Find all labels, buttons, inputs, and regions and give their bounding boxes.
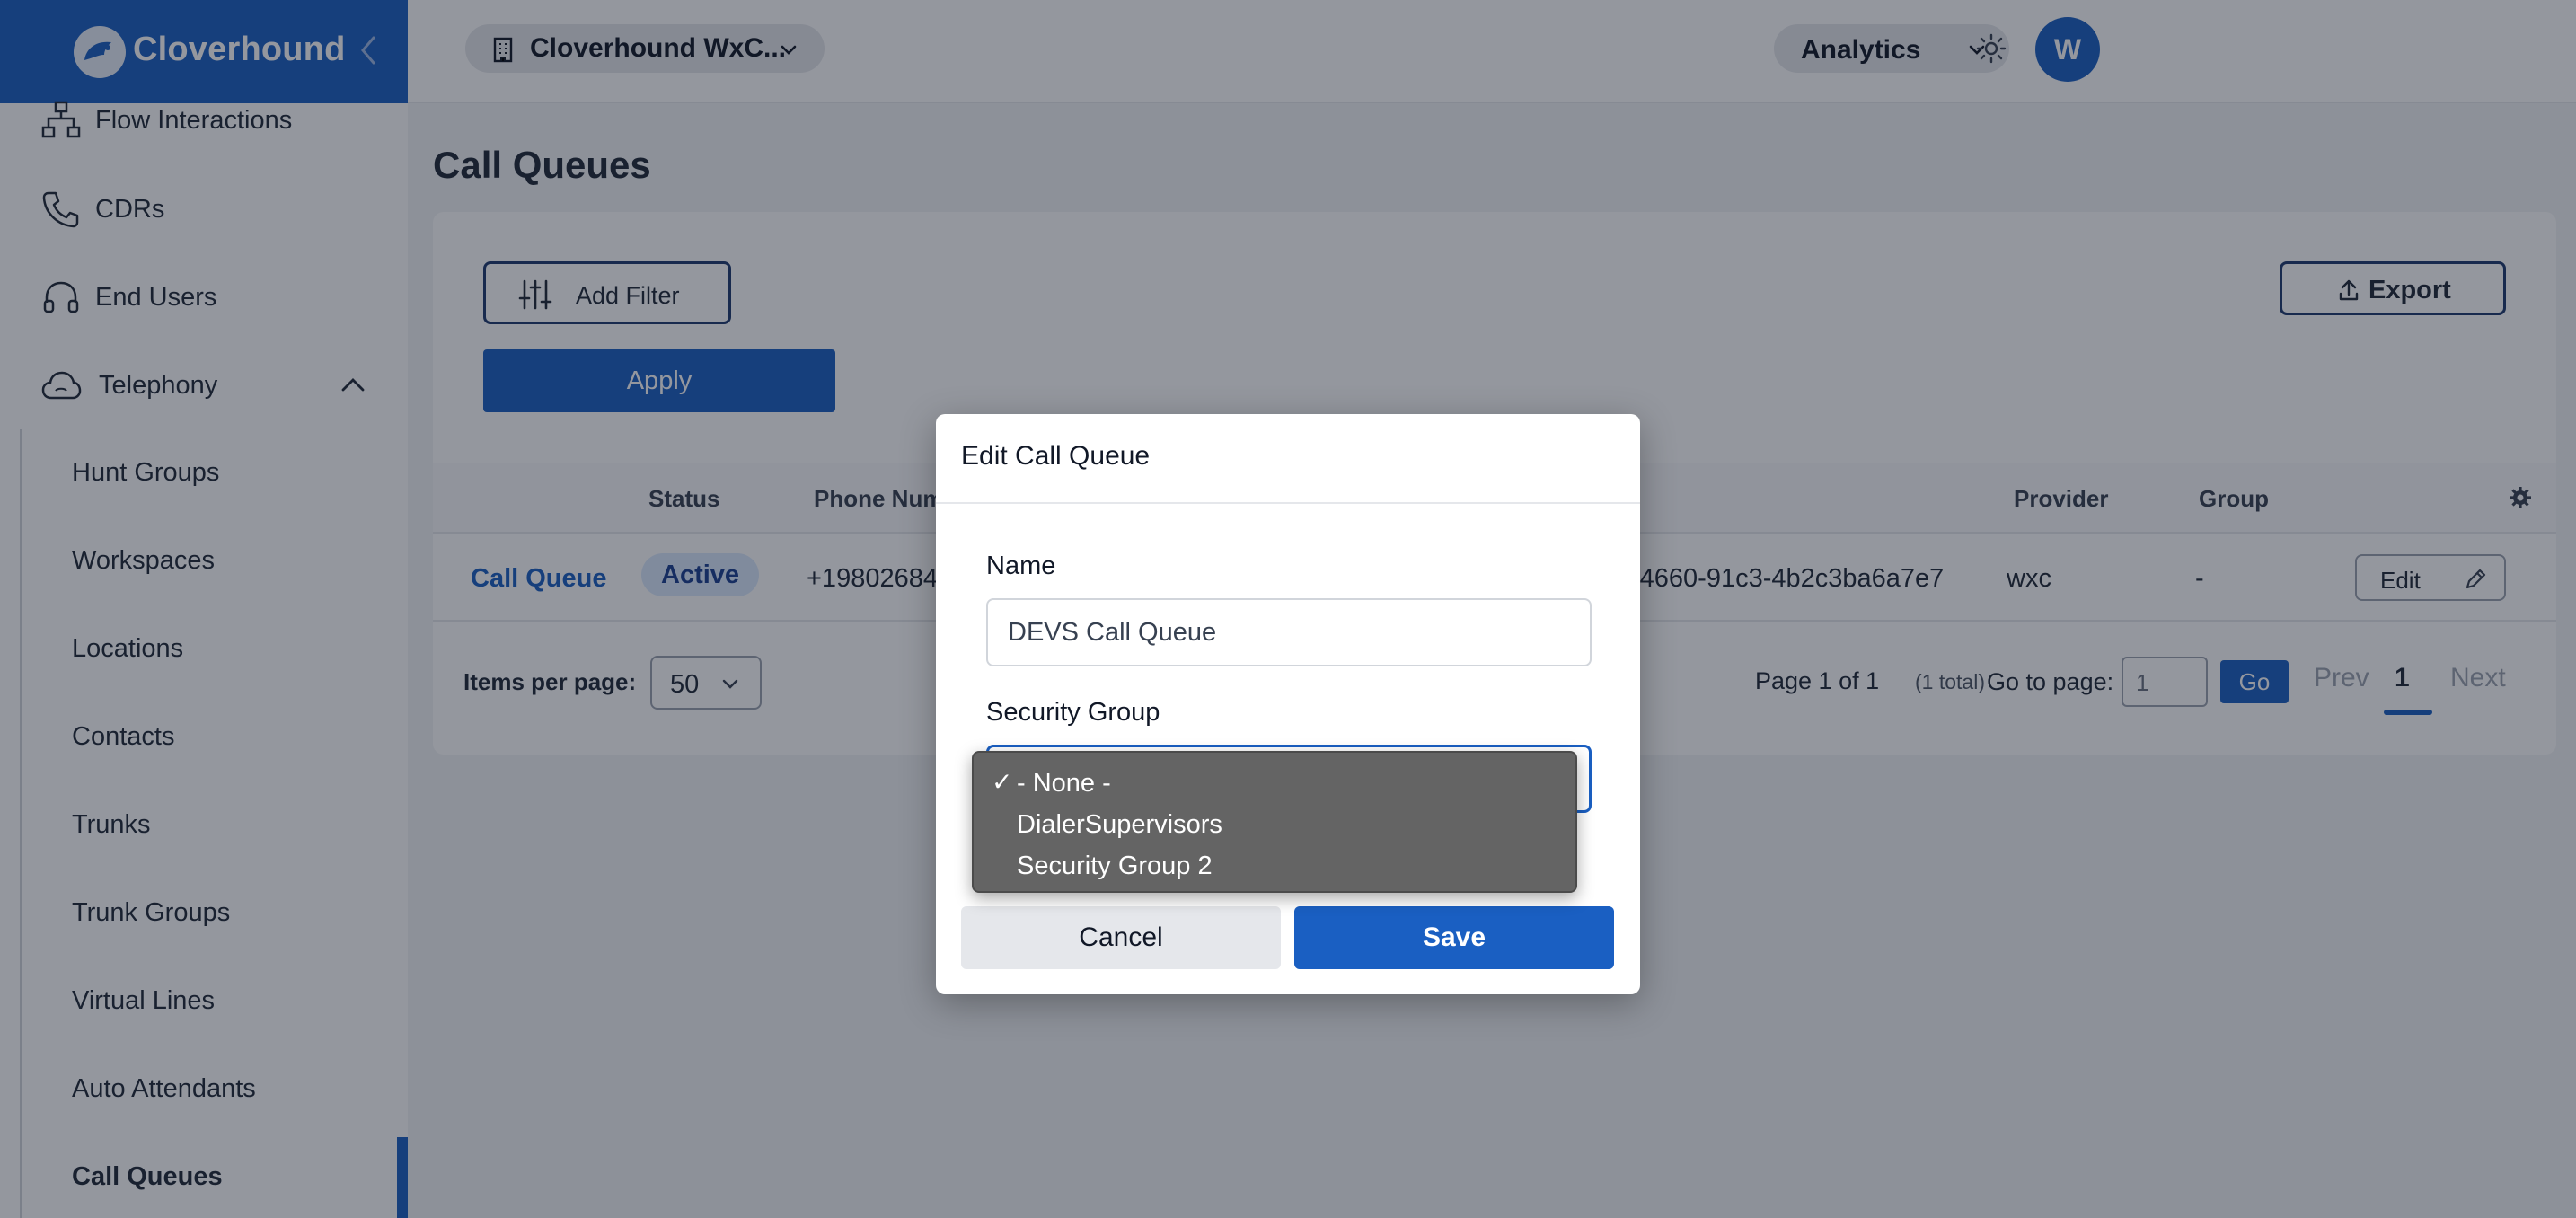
name-input[interactable]	[986, 598, 1592, 666]
option-label: Security Group 2	[1017, 852, 1213, 880]
checkmark-icon: ✓	[992, 768, 1013, 796]
option-label: DialerSupervisors	[1017, 810, 1222, 839]
security-group-label: Security Group	[986, 698, 1160, 727]
edit-call-queue-modal: Edit Call Queue Name Security Group Canc…	[936, 414, 1640, 994]
save-button[interactable]: Save	[1294, 906, 1614, 969]
dropdown-option-security-group-2[interactable]: Security Group 2	[974, 844, 1575, 884]
modal-divider	[936, 502, 1640, 504]
option-label: - None -	[1017, 769, 1111, 798]
dropdown-option-dialersupervisors[interactable]: DialerSupervisors	[974, 803, 1575, 843]
name-label: Name	[986, 552, 1056, 580]
modal-title: Edit Call Queue	[961, 441, 1151, 471]
cancel-button[interactable]: Cancel	[961, 906, 1281, 969]
security-group-dropdown: ✓ - None - DialerSupervisors Security Gr…	[972, 751, 1577, 893]
dropdown-option-none[interactable]: ✓ - None -	[974, 762, 1575, 801]
